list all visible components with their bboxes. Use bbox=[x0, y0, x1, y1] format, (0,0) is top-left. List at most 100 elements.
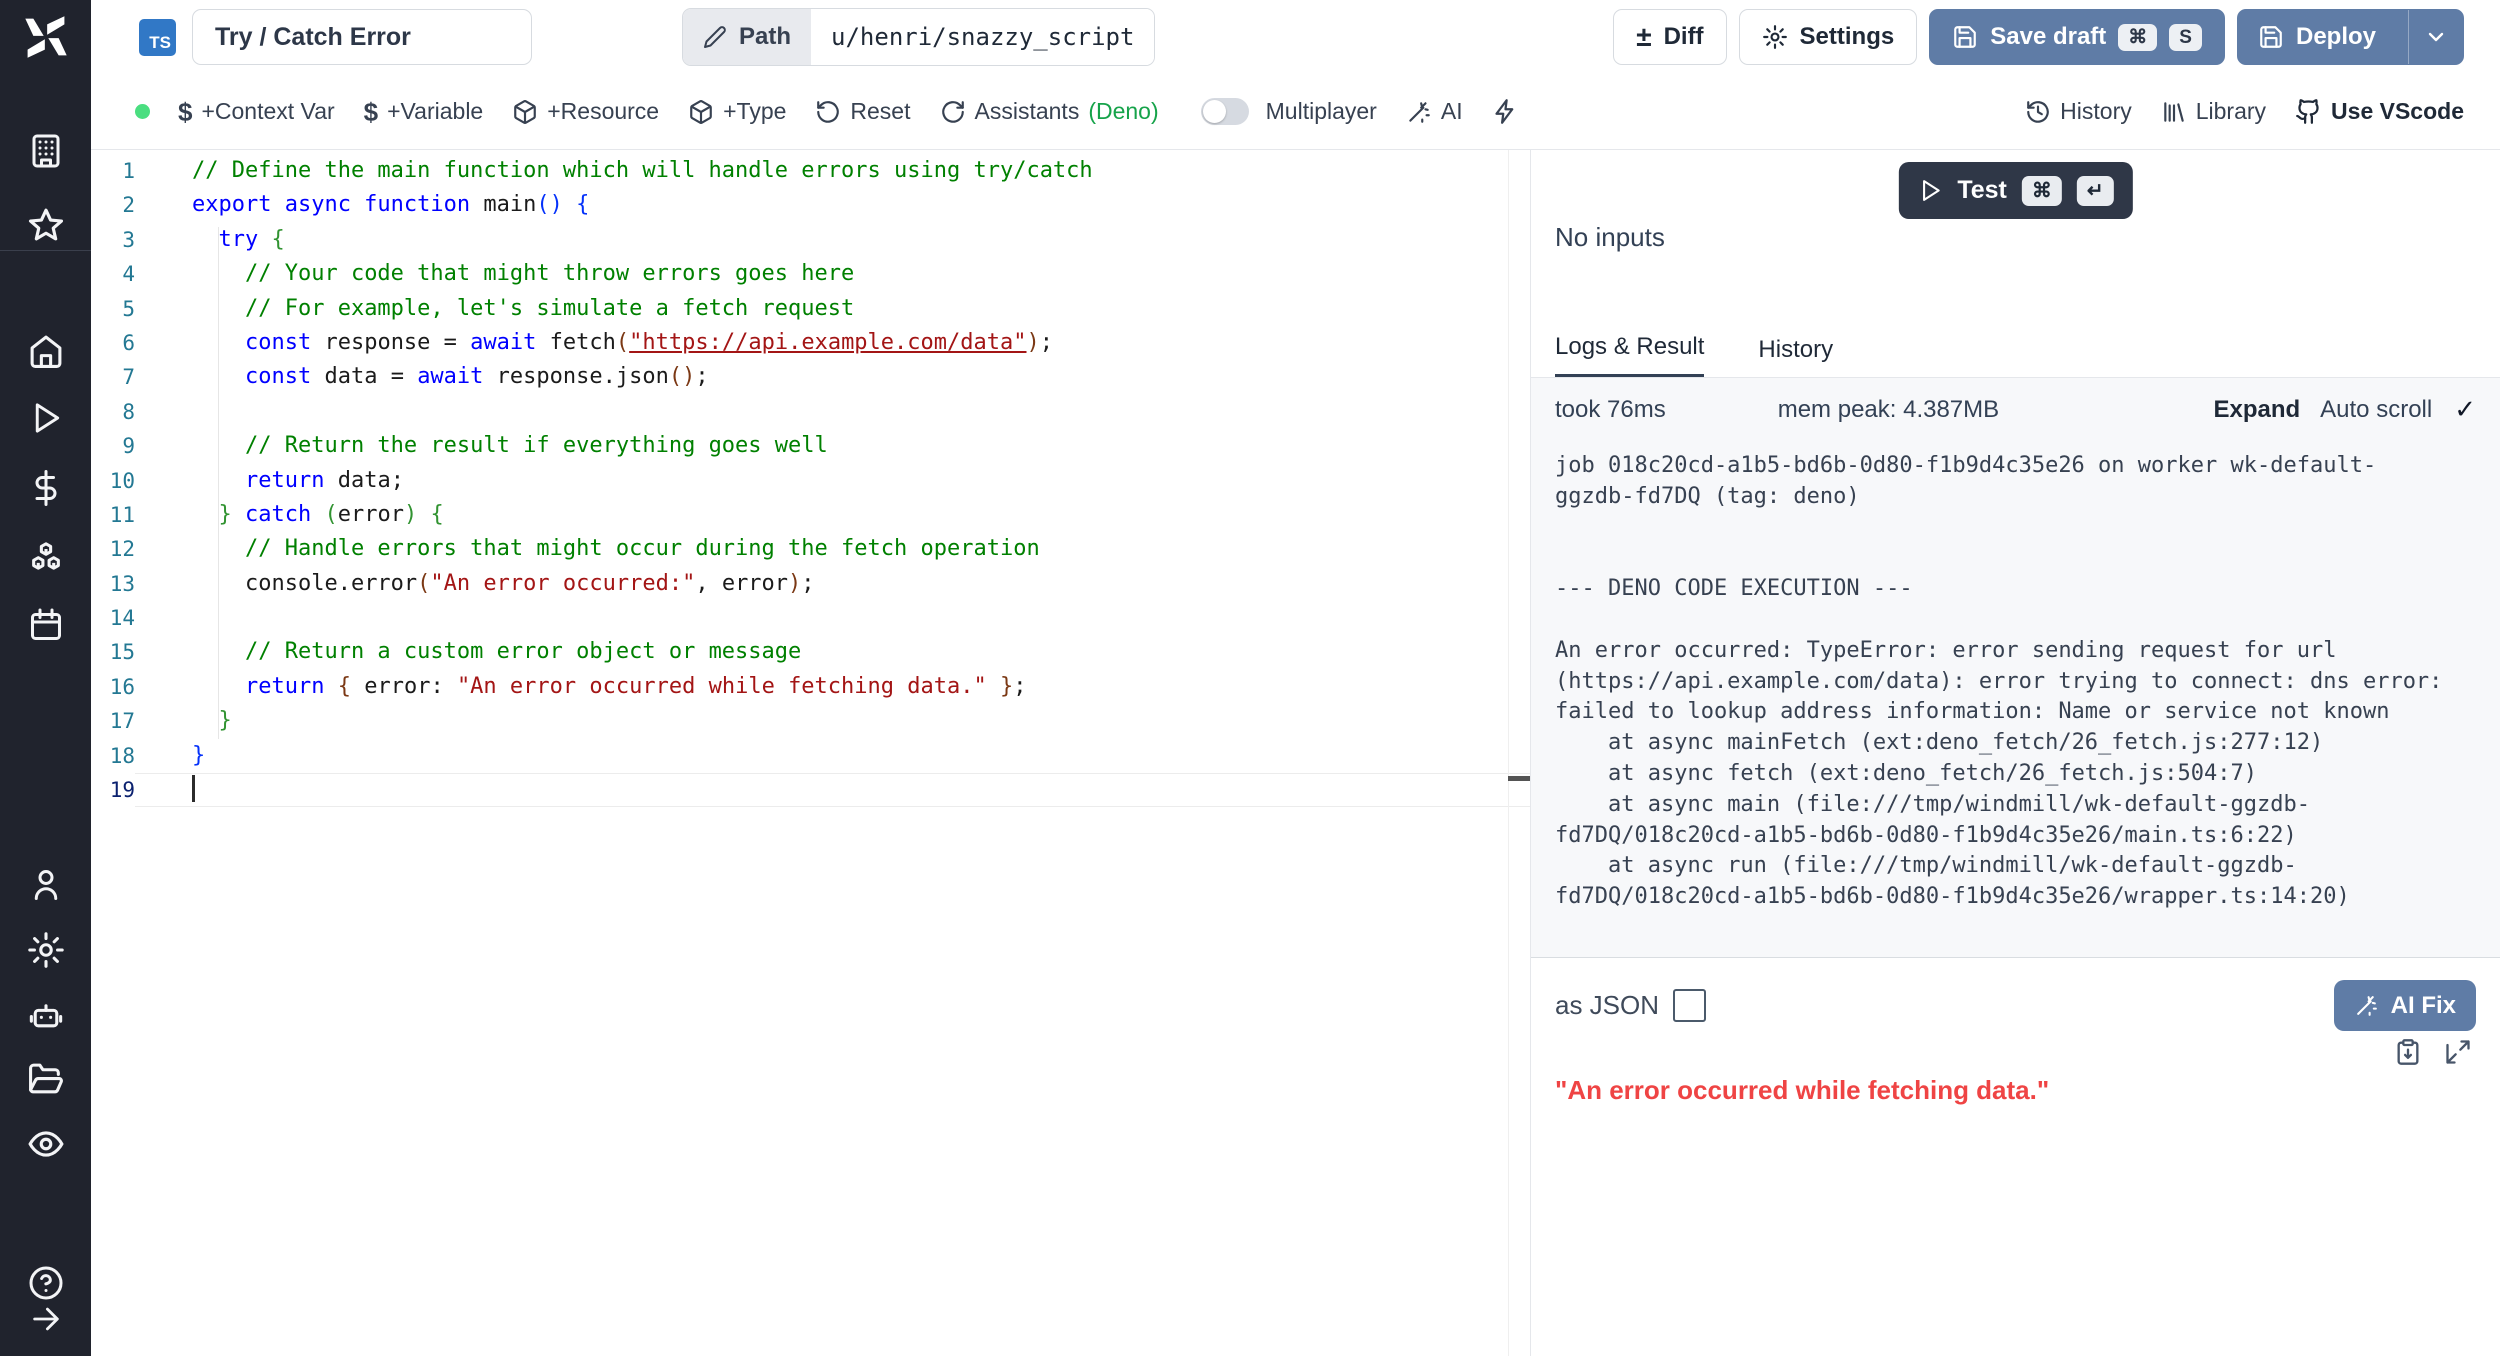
history-clock-icon bbox=[2025, 99, 2051, 125]
header-buttons: ± Diff Settings bbox=[1613, 9, 2464, 65]
cmd-key-badge: ⌘ bbox=[2022, 176, 2062, 206]
save-icon bbox=[1952, 24, 1978, 50]
result-value[interactable]: "An error occurred while fetching data." bbox=[1555, 1075, 2476, 1106]
history-button[interactable]: History bbox=[2025, 98, 2132, 125]
line-number: 17 bbox=[91, 704, 135, 738]
deploy-main[interactable]: Deploy bbox=[2238, 10, 2396, 64]
add-context-var-button[interactable]: $ +Context Var bbox=[178, 98, 335, 125]
code-line[interactable]: 19 bbox=[91, 773, 1530, 807]
line-number: 9 bbox=[91, 429, 135, 463]
auto-scroll-toggle[interactable]: Auto scroll bbox=[2320, 396, 2432, 424]
deploy-button[interactable]: Deploy bbox=[2237, 9, 2464, 65]
building-icon[interactable] bbox=[28, 133, 64, 169]
line-number: 7 bbox=[91, 360, 135, 394]
overview-ruler-cursor-marker bbox=[1508, 776, 1530, 781]
code-line[interactable]: 5 // For example, let's simulate a fetch… bbox=[91, 292, 1530, 326]
code-line[interactable]: 10 return data; bbox=[91, 464, 1530, 498]
line-number: 14 bbox=[91, 601, 135, 635]
arrow-right-icon[interactable] bbox=[29, 1302, 63, 1336]
expand-fullscreen-icon[interactable] bbox=[2444, 1038, 2472, 1066]
test-button[interactable]: Test ⌘ ↵ bbox=[1898, 162, 2132, 219]
wand-icon bbox=[1406, 99, 1432, 125]
code-line[interactable]: 6 const response = await fetch("https://… bbox=[91, 326, 1530, 360]
add-resource-button[interactable]: +Resource bbox=[512, 98, 659, 125]
dollar-icon: $ bbox=[364, 99, 378, 125]
result-header: as JSON AI Fix bbox=[1531, 958, 2500, 1031]
code-line[interactable]: 3 try { bbox=[91, 223, 1530, 257]
took-duration: took 76ms bbox=[1555, 396, 1666, 424]
expand-button[interactable]: Expand bbox=[2213, 396, 2300, 424]
code-line[interactable]: 12 // Handle errors that might occur dur… bbox=[91, 532, 1530, 566]
line-number: 12 bbox=[91, 532, 135, 566]
library-button[interactable]: Library bbox=[2161, 98, 2266, 125]
line-number: 19 bbox=[91, 773, 135, 807]
diff-button[interactable]: ± Diff bbox=[1613, 9, 1726, 65]
use-vscode-button[interactable]: Use VScode bbox=[2295, 98, 2464, 125]
code-line[interactable]: 13 console.error("An error occurred:", e… bbox=[91, 567, 1530, 601]
robot-icon[interactable] bbox=[27, 997, 64, 1034]
run-status-bar: took 76ms mem peak: 4.387MB Expand Auto … bbox=[1531, 378, 2500, 425]
as-json-label: as JSON bbox=[1555, 990, 1659, 1021]
multiplayer-toggle[interactable] bbox=[1201, 98, 1249, 125]
path-edit-button[interactable]: Path bbox=[683, 9, 811, 65]
log-zone: took 76ms mem peak: 4.387MB Expand Auto … bbox=[1531, 378, 2500, 958]
add-variable-button[interactable]: $ +Variable bbox=[364, 98, 484, 125]
tab-logs-result[interactable]: Logs & Result bbox=[1555, 333, 1704, 377]
assistants-button[interactable]: Assistants (Deno) bbox=[940, 98, 1159, 125]
calendar-icon[interactable] bbox=[28, 607, 64, 643]
sidebar-divider bbox=[0, 250, 91, 251]
package-icon bbox=[688, 99, 714, 125]
code-line[interactable]: 4 // Your code that might throw errors g… bbox=[91, 257, 1530, 291]
play-icon[interactable] bbox=[28, 401, 63, 436]
ai-fix-button[interactable]: AI Fix bbox=[2334, 980, 2476, 1031]
script-title-input[interactable]: Try / Catch Error bbox=[192, 9, 532, 65]
code-line[interactable]: 1// Define the main function which will … bbox=[91, 154, 1530, 188]
mem-peak: mem peak: 4.387MB bbox=[1778, 396, 1999, 424]
path-widget[interactable]: Path u/henri/snazzy_script bbox=[682, 8, 1155, 66]
tab-history[interactable]: History bbox=[1758, 336, 1833, 377]
code-editor[interactable]: 1// Define the main function which will … bbox=[91, 150, 1530, 1356]
code-line[interactable]: 2export async function main() { bbox=[91, 188, 1530, 222]
folder-open-icon[interactable] bbox=[27, 1061, 64, 1098]
header-row-main: TS Try / Catch Error Path u/henri/snazzy… bbox=[91, 0, 2500, 74]
cubes-icon[interactable] bbox=[27, 540, 64, 577]
execution-log[interactable]: job 018c20cd-a1b5-bd6b-0d80-f1b9d4c35e26… bbox=[1531, 425, 2500, 913]
trigger-button[interactable] bbox=[1492, 98, 1519, 125]
code-line[interactable]: 9 // Return the result if everything goe… bbox=[91, 429, 1530, 463]
code-line[interactable]: 14 bbox=[91, 601, 1530, 635]
help-circle-icon[interactable] bbox=[28, 1265, 64, 1301]
dollar-icon[interactable] bbox=[28, 470, 64, 506]
windmill-logo-icon[interactable] bbox=[23, 14, 69, 60]
reset-button[interactable]: Reset bbox=[815, 98, 910, 125]
code-line[interactable]: 18} bbox=[91, 739, 1530, 773]
home-icon[interactable] bbox=[27, 333, 64, 370]
save-draft-button[interactable]: Save draft ⌘ S bbox=[1929, 9, 2225, 65]
code-line[interactable]: 15 // Return a custom error object or me… bbox=[91, 635, 1530, 669]
right-panel: Test ⌘ ↵ No inputs Logs & Result History… bbox=[1530, 150, 2500, 1356]
code-line[interactable]: 11 } catch (error) { bbox=[91, 498, 1530, 532]
chevron-down-icon bbox=[2424, 25, 2448, 49]
code-line[interactable]: 8 bbox=[91, 395, 1530, 429]
line-number: 10 bbox=[91, 464, 135, 498]
add-type-button[interactable]: +Type bbox=[688, 98, 786, 125]
gear-icon[interactable] bbox=[27, 932, 64, 969]
star-icon[interactable] bbox=[27, 207, 65, 245]
code-line[interactable]: 7 const data = await response.json(); bbox=[91, 360, 1530, 394]
path-value[interactable]: u/henri/snazzy_script bbox=[811, 9, 1154, 65]
line-number: 6 bbox=[91, 326, 135, 360]
deploy-dropdown-button[interactable] bbox=[2408, 10, 2463, 64]
play-icon bbox=[1917, 178, 1942, 203]
settings-button[interactable]: Settings bbox=[1739, 9, 1918, 65]
as-json-checkbox[interactable] bbox=[1673, 989, 1706, 1022]
header: TS Try / Catch Error Path u/henri/snazzy… bbox=[91, 0, 2500, 150]
code-line[interactable]: 16 return { error: "An error occurred wh… bbox=[91, 670, 1530, 704]
copy-to-clipboard-icon[interactable] bbox=[2394, 1038, 2422, 1066]
typescript-badge: TS bbox=[139, 19, 176, 56]
eye-icon[interactable] bbox=[27, 1125, 65, 1163]
ai-button[interactable]: AI bbox=[1406, 98, 1463, 125]
code-line[interactable]: 17 } bbox=[91, 704, 1530, 738]
user-icon[interactable] bbox=[28, 867, 64, 903]
line-number: 3 bbox=[91, 223, 135, 257]
line-number: 1 bbox=[91, 154, 135, 188]
check-icon: ✓ bbox=[2454, 394, 2476, 425]
